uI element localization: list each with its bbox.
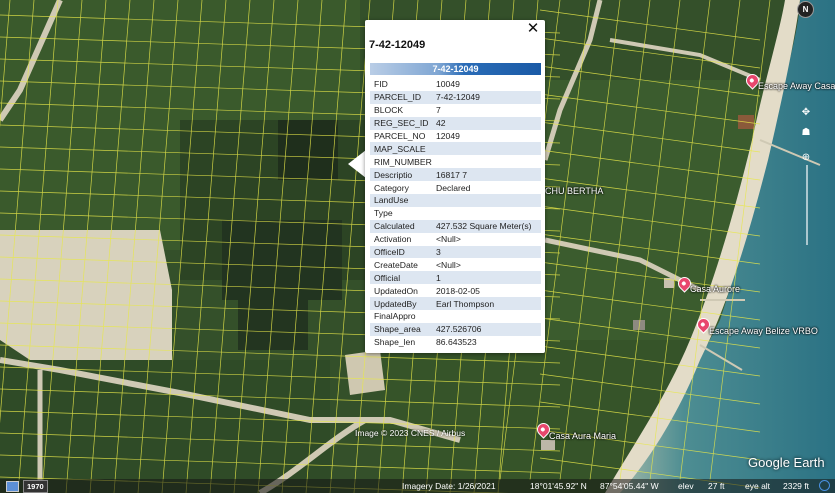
attribute-row: Shape_area 427.526706 <box>370 322 541 336</box>
attribute-key: MAP_SCALE <box>370 142 432 156</box>
attribute-key: Category <box>374 182 409 193</box>
attribute-key: BLOCK <box>374 105 404 116</box>
navigation-arrows-icon[interactable]: ✥ <box>801 108 811 118</box>
attribute-row: BLOCK 7 <box>370 104 541 117</box>
zoom-slider-icon[interactable]: ⊕ <box>801 153 811 163</box>
attribute-key: Calculated <box>370 219 432 233</box>
attribute-key: Type <box>374 208 393 219</box>
attribute-value: 7 <box>436 105 441 116</box>
attribute-key: REG_SEC_ID <box>370 116 432 130</box>
attribute-key: Official <box>370 271 432 285</box>
attribute-row: PARCEL_NO 12049 <box>370 130 541 143</box>
attribute-value: 86.643523 <box>436 337 477 348</box>
attribute-value <box>432 310 541 323</box>
attribute-row: OfficeID 3 <box>370 245 541 259</box>
attribute-key: Shape_len <box>374 337 416 348</box>
popup-pointer <box>348 150 366 178</box>
attribute-value: 427.526706 <box>432 322 541 336</box>
attribute-key: UpdatedOn <box>374 285 418 296</box>
attribute-row: MAP_SCALE <box>370 142 541 156</box>
attribute-value: 10049 <box>436 79 460 90</box>
attribute-value: <Null> <box>436 259 461 270</box>
street-view-person-icon[interactable]: ☗ <box>801 128 811 138</box>
eye-altitude-value: 2329 ft <box>783 481 809 491</box>
attribute-value <box>432 142 541 156</box>
attribute-row: LandUse <box>370 194 541 207</box>
place-label-chu-bertha: CHU BERTHA <box>545 186 604 196</box>
attribute-table: FID 10049 PARCEL_ID 7-42-12049 BLOCK 7 REG_SEC… <box>370 78 541 349</box>
attribute-row: UpdatedBy Earl Thompson <box>370 297 541 311</box>
attribute-key: UpdatedBy <box>370 297 432 311</box>
attribute-row: Descriptio 16817 7 <box>370 168 541 182</box>
attribute-value: Declared <box>436 182 471 193</box>
google-earth-logo: Google Earth <box>748 455 825 470</box>
attribute-value: 12049 <box>436 131 460 141</box>
attribute-row: Calculated 427.532 Square Meter(s) <box>370 219 541 233</box>
place-label-casa-aurore[interactable]: Casa Aurore <box>690 284 740 294</box>
attribute-key: CreateDate <box>374 259 418 270</box>
attribute-key: PARCEL_ID <box>370 90 432 104</box>
attribute-row: CreateDate <Null> <box>370 258 541 271</box>
north-compass-button[interactable]: N <box>797 1 814 18</box>
attribute-key: Activation <box>374 234 412 245</box>
place-label-casa-aura-maria[interactable]: Casa Aura Maria <box>549 431 616 441</box>
attribute-row: PARCEL_ID 7-42-12049 <box>370 90 541 104</box>
close-icon[interactable]: ✕ <box>525 21 541 37</box>
streaming-globe-icon <box>819 480 830 491</box>
popup-table-header: 7-42-12049 <box>370 63 541 75</box>
elevation-value: 27 ft <box>708 481 725 491</box>
eye-altitude-label: eye alt <box>745 481 771 491</box>
status-bar: 1970 Imagery Date: 1/26/2021 18°01'45.92… <box>0 479 835 493</box>
attribute-value: 1 <box>432 271 541 285</box>
imagery-copyright: Image © 2023 CNES / Airbus <box>355 428 466 438</box>
attribute-row: Official 1 <box>370 271 541 285</box>
attribute-row: Type <box>370 207 541 220</box>
attribute-key: FinalAppro <box>374 311 416 322</box>
place-label-escape-away-vrbo[interactable]: Escape Away Belize VRBO <box>709 326 818 336</box>
attribute-value <box>432 207 541 220</box>
attribute-key: Shape_area <box>370 322 432 336</box>
attribute-key: Descriptio <box>370 168 432 182</box>
place-label-escape-away-casa[interactable]: Escape Away Casa <box>758 81 835 91</box>
latitude-readout: 18°01'45.92" N <box>530 481 587 491</box>
attribute-value: <Null> <box>436 234 461 245</box>
attribute-key: LandUse <box>370 194 432 207</box>
attribute-value <box>432 155 541 168</box>
attribute-value: 2018-02-05 <box>436 285 480 296</box>
attribute-value: 42 <box>432 116 541 130</box>
attribute-key: PARCEL_NO <box>374 131 426 141</box>
attribute-row: FinalAppro <box>370 310 541 323</box>
attribute-value: 427.532 Square Meter(s) <box>432 219 541 233</box>
imagery-date: Imagery Date: 1/26/2021 <box>402 481 496 491</box>
elevation-label: elev <box>678 481 694 491</box>
attribute-value: 3 <box>432 245 541 259</box>
attribute-value: 16817 7 <box>432 168 541 182</box>
attribute-row: Category Declared <box>370 181 541 194</box>
attribute-key: RIM_NUMBER <box>374 156 432 167</box>
attribute-row: Activation <Null> <box>370 233 541 246</box>
attribute-row: Shape_len 86.643523 <box>370 336 541 349</box>
attribute-row: UpdatedOn 2018-02-05 <box>370 284 541 297</box>
historical-imagery-icon[interactable] <box>6 481 19 492</box>
attribute-row: REG_SEC_ID 42 <box>370 116 541 130</box>
parcel-info-popup: ✕ 7-42-12049 7-42-12049 FID 10049 PARCEL_I… <box>365 20 545 353</box>
attribute-key: OfficeID <box>370 245 432 259</box>
attribute-key: FID <box>374 79 388 90</box>
attribute-row: FID 10049 <box>370 78 541 91</box>
zoom-track-icon[interactable] <box>806 165 808 245</box>
longitude-readout: 87°54'05.44" W <box>600 481 659 491</box>
attribute-value <box>432 194 541 207</box>
popup-title: 7-42-12049 <box>369 39 426 51</box>
historical-year-badge[interactable]: 1970 <box>23 480 48 493</box>
attribute-value: Earl Thompson <box>432 297 541 311</box>
attribute-value: 7-42-12049 <box>432 90 541 104</box>
attribute-row: RIM_NUMBER <box>370 155 541 168</box>
